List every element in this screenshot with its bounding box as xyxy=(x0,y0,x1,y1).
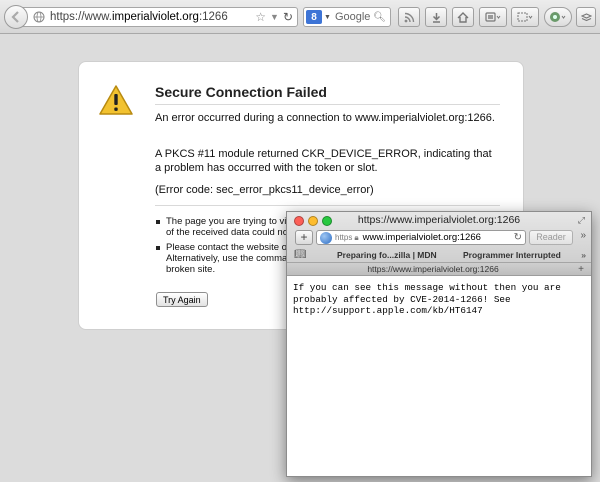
search-placeholder: Google xyxy=(334,11,371,23)
error-code: (Error code: sec_error_pkcs11_device_err… xyxy=(155,184,374,196)
close-window-button[interactable] xyxy=(294,216,304,226)
back-arrow-icon xyxy=(11,11,19,23)
bookmarks-book-icon[interactable]: 📖︎ xyxy=(294,249,307,260)
tab-bar: https://www.imperialviolet.org:1266 + xyxy=(287,262,591,276)
bookmark-item[interactable]: Programmer Interrupted xyxy=(463,250,561,260)
home-button[interactable] xyxy=(452,7,474,27)
reader-button[interactable]: Reader xyxy=(529,230,573,245)
screenshot-icon xyxy=(517,12,533,22)
search-icon[interactable]: 🔍︎ xyxy=(373,12,386,23)
safari-toolbar: https://www.imperialviolet.org:1266 ⤢ + … xyxy=(287,212,591,276)
suggestion-line: Alternatively, use the comma xyxy=(166,253,288,264)
suggestion-line: The page you are trying to vi xyxy=(166,216,287,227)
screenshot-button[interactable] xyxy=(511,7,539,27)
safari-window-title: https://www.imperialviolet.org:1266 xyxy=(357,214,521,226)
reload-icon[interactable]: ↻ xyxy=(514,232,522,243)
home-icon xyxy=(457,11,469,23)
window-controls xyxy=(294,216,332,226)
https-label: https xyxy=(335,233,353,242)
toolbar-overflow-icon[interactable]: » xyxy=(580,230,586,241)
rss-button[interactable] xyxy=(398,7,420,27)
new-tab-plus-button[interactable]: + xyxy=(295,230,313,245)
url-bar[interactable]: https://www. imperialviolet.org:1266 ☆ ▼ … xyxy=(22,7,298,27)
warning-icon xyxy=(99,85,133,115)
safari-address-bar[interactable]: https 🔒︎ www.imperialviolet.org:1266 ↻ xyxy=(316,230,526,245)
rss-icon xyxy=(404,12,414,22)
error-title: Secure Connection Failed xyxy=(155,84,500,105)
zoom-window-button[interactable] xyxy=(322,216,332,226)
divider xyxy=(155,205,500,206)
sync-button[interactable] xyxy=(576,7,596,27)
new-tab-button[interactable]: + xyxy=(578,263,584,276)
url-host: imperialviolet.org xyxy=(112,11,199,23)
suggestion-line: broken site. xyxy=(166,264,216,275)
globe-icon xyxy=(33,11,45,23)
url-prefix: https://www. xyxy=(50,11,112,23)
url-port: :1266 xyxy=(198,11,228,23)
error-intro: An error occurred during a connection to… xyxy=(155,112,495,124)
fullscreen-icon[interactable]: ⤢ xyxy=(578,215,585,226)
download-arrow-icon xyxy=(432,12,440,23)
lock-icon: 🔒︎ xyxy=(354,232,359,242)
try-again-button[interactable]: Try Again xyxy=(156,292,208,307)
reload-icon[interactable]: ↻ xyxy=(283,10,293,24)
search-engine-icon[interactable]: 8 xyxy=(306,10,322,24)
suggestion-line: of the received data could no xyxy=(166,227,289,238)
tab-groups-button[interactable] xyxy=(479,7,507,27)
addon-button[interactable] xyxy=(544,7,572,27)
page-content-text: If you can see this message without then… xyxy=(293,282,561,316)
tab-groups-icon xyxy=(485,12,501,22)
tab-active[interactable]: https://www.imperialviolet.org:1266 xyxy=(303,263,563,276)
history-dropdown-icon[interactable]: ▼ xyxy=(270,12,279,22)
safari-window: https://www.imperialviolet.org:1266 ⤢ + … xyxy=(286,211,592,477)
bookmark-item[interactable]: Preparing fo...zilla | MDN xyxy=(337,250,437,260)
bookmarks-overflow-icon[interactable]: » xyxy=(581,250,586,260)
bookmarks-bar: 📖︎ Preparing fo...zilla | MDN Programmer… xyxy=(287,249,591,262)
globe-icon xyxy=(320,231,332,244)
error-detail: A PKCS #11 module returned CKR_DEVICE_ER… xyxy=(155,148,492,174)
minimize-window-button[interactable] xyxy=(308,216,318,226)
safari-address-text: www.imperialviolet.org:1266 xyxy=(362,232,481,243)
downloads-button[interactable] xyxy=(425,7,447,27)
firefox-toolbar: https://www. imperialviolet.org:1266 ☆ ▼ … xyxy=(0,0,600,34)
addon-icon xyxy=(550,12,566,22)
search-bar[interactable]: 8 ▼ Google 🔍︎ xyxy=(303,7,391,27)
stack-icon xyxy=(580,12,592,21)
search-engine-dropdown-icon[interactable]: ▼ xyxy=(324,14,331,21)
back-button[interactable] xyxy=(4,5,28,29)
suggestion-line: Please contact the website ow xyxy=(166,242,294,253)
bookmark-star-icon[interactable]: ☆ xyxy=(255,10,266,24)
